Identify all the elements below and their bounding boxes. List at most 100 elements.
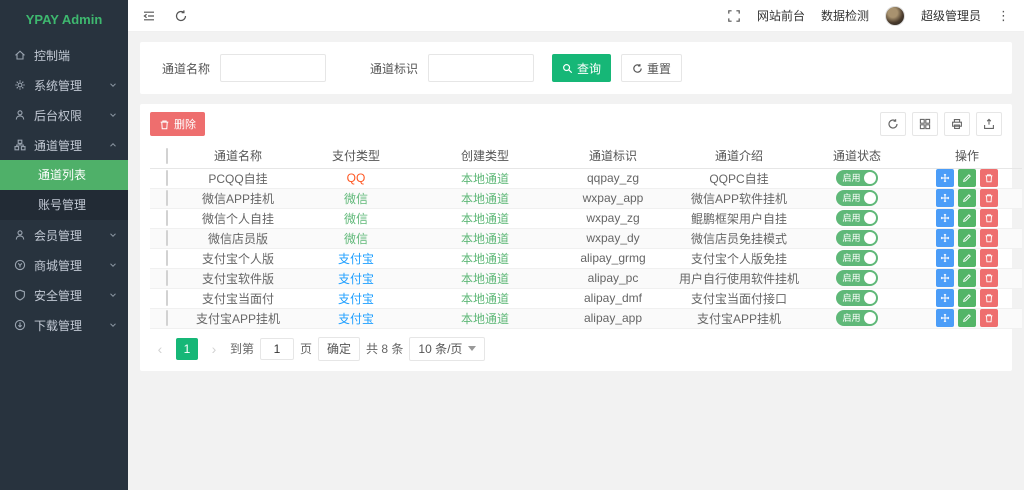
row-checkbox[interactable] (166, 290, 168, 306)
sidebar-item-mall[interactable]: 商城管理 (0, 250, 128, 280)
row-checkbox[interactable] (166, 310, 168, 326)
sidebar-item-downloads[interactable]: 下载管理 (0, 310, 128, 340)
sidebar-item-channels[interactable]: 通道管理 (0, 130, 128, 160)
cell-name: 微信APP挂机 (184, 188, 292, 208)
edit-row-button[interactable] (958, 309, 976, 327)
row-checkbox[interactable] (166, 270, 168, 286)
delete-row-button[interactable] (980, 229, 998, 247)
channel-code-input[interactable] (428, 54, 534, 82)
page-1-button[interactable]: 1 (176, 338, 198, 360)
edit-row-button[interactable] (958, 209, 976, 227)
prev-page-button[interactable]: ‹ (150, 338, 170, 360)
channels-icon (14, 139, 26, 151)
refresh-icon[interactable] (174, 9, 188, 23)
status-toggle-label: 启用 (842, 190, 860, 206)
app-root: YPAY Admin 控制端 系统管理 后台权限 通道管理 (0, 0, 1024, 490)
per-page-select[interactable]: 10 条/页 (409, 337, 485, 361)
next-page-button[interactable]: › (204, 338, 224, 360)
delete-row-button[interactable] (980, 209, 998, 227)
move-row-button[interactable] (936, 289, 954, 307)
sidebar-item-console[interactable]: 控制端 (0, 40, 128, 70)
table-row: PCQQ自挂 QQ 本地通道 qqpay_zg QQPC自挂 启用 (150, 168, 1022, 188)
edit-row-button[interactable] (958, 289, 976, 307)
print-button[interactable] (944, 112, 970, 136)
status-toggle[interactable]: 启用 (836, 210, 877, 226)
delete-selected-button[interactable]: 删除 (150, 112, 205, 136)
query-button[interactable]: 查询 (552, 54, 611, 82)
sidebar-subitem-channel-list[interactable]: 通道列表 (0, 160, 128, 190)
reset-button[interactable]: 重置 (621, 54, 682, 82)
cell-name: 微信店员版 (184, 228, 292, 248)
table-header-row: 通道名称 支付类型 创建类型 通道标识 通道介绍 通道状态 操作 (150, 144, 1022, 168)
print-icon (951, 118, 963, 130)
edit-row-button[interactable] (958, 169, 976, 187)
edit-icon (962, 173, 972, 183)
toggle-knob (864, 172, 876, 184)
sidebar-item-security[interactable]: 安全管理 (0, 280, 128, 310)
move-row-button[interactable] (936, 209, 954, 227)
sidebar-item-label: 控制端 (34, 47, 118, 64)
frontend-link[interactable]: 网站前台 (757, 7, 805, 24)
channel-name-input[interactable] (220, 54, 326, 82)
edit-row-button[interactable] (958, 189, 976, 207)
table-refresh-button[interactable] (880, 112, 906, 136)
delete-row-button[interactable] (980, 189, 998, 207)
filter-columns-button[interactable] (912, 112, 938, 136)
move-row-button[interactable] (936, 189, 954, 207)
cell-pay-type: 支付宝 (292, 248, 420, 268)
sidebar-item-permissions[interactable]: 后台权限 (0, 100, 128, 130)
more-menu-icon[interactable]: ⋮ (997, 8, 1010, 24)
fullscreen-icon[interactable] (727, 9, 741, 23)
row-checkbox[interactable] (166, 230, 168, 246)
status-toggle[interactable]: 启用 (836, 190, 877, 206)
goto-confirm-button[interactable]: 确定 (318, 337, 360, 361)
cell-code: qqpay_zg (550, 168, 676, 188)
collapse-sidebar-icon[interactable] (142, 9, 156, 23)
edit-icon (962, 293, 972, 303)
row-checkbox[interactable] (166, 190, 168, 206)
status-toggle[interactable]: 启用 (836, 170, 877, 186)
goto-page-input[interactable] (260, 338, 294, 360)
select-all-checkbox[interactable] (166, 148, 168, 164)
col-header-status: 通道状态 (802, 144, 912, 168)
delete-row-button[interactable] (980, 269, 998, 287)
cell-pay-type: QQ (292, 168, 420, 188)
edit-row-button[interactable] (958, 249, 976, 267)
status-toggle[interactable]: 启用 (836, 250, 877, 266)
cell-intro: 微信店员免挂模式 (676, 228, 802, 248)
move-row-button[interactable] (936, 269, 954, 287)
export-button[interactable] (976, 112, 1002, 136)
move-row-button[interactable] (936, 229, 954, 247)
status-toggle[interactable]: 启用 (836, 230, 877, 246)
row-checkbox[interactable] (166, 250, 168, 266)
sidebar-item-label: 商城管理 (34, 257, 108, 274)
status-toggle[interactable]: 启用 (836, 290, 877, 306)
delete-row-button[interactable] (980, 289, 998, 307)
delete-row-button[interactable] (980, 249, 998, 267)
row-checkbox[interactable] (166, 170, 168, 186)
move-icon (940, 213, 950, 223)
trash-icon (984, 313, 994, 323)
status-toggle[interactable]: 启用 (836, 270, 877, 286)
sidebar-item-system[interactable]: 系统管理 (0, 70, 128, 100)
delete-row-button[interactable] (980, 309, 998, 327)
row-actions (912, 289, 1022, 307)
edit-row-button[interactable] (958, 229, 976, 247)
cell-create-type: 本地通道 (420, 188, 550, 208)
data-check-link[interactable]: 数据检测 (821, 7, 869, 24)
username[interactable]: 超级管理员 (921, 7, 981, 24)
move-row-button[interactable] (936, 309, 954, 327)
mall-icon (14, 259, 26, 271)
sidebar-item-members[interactable]: 会员管理 (0, 220, 128, 250)
topbar: 网站前台 数据检测 超级管理员 ⋮ (128, 0, 1024, 32)
status-toggle[interactable]: 启用 (836, 310, 877, 326)
move-row-button[interactable] (936, 169, 954, 187)
edit-row-button[interactable] (958, 269, 976, 287)
delete-row-button[interactable] (980, 169, 998, 187)
cell-intro: QQPC自挂 (676, 168, 802, 188)
avatar[interactable] (885, 6, 905, 26)
cell-pay-type: 支付宝 (292, 268, 420, 288)
sidebar-subitem-account-manage[interactable]: 账号管理 (0, 190, 128, 220)
row-checkbox[interactable] (166, 210, 168, 226)
move-row-button[interactable] (936, 249, 954, 267)
